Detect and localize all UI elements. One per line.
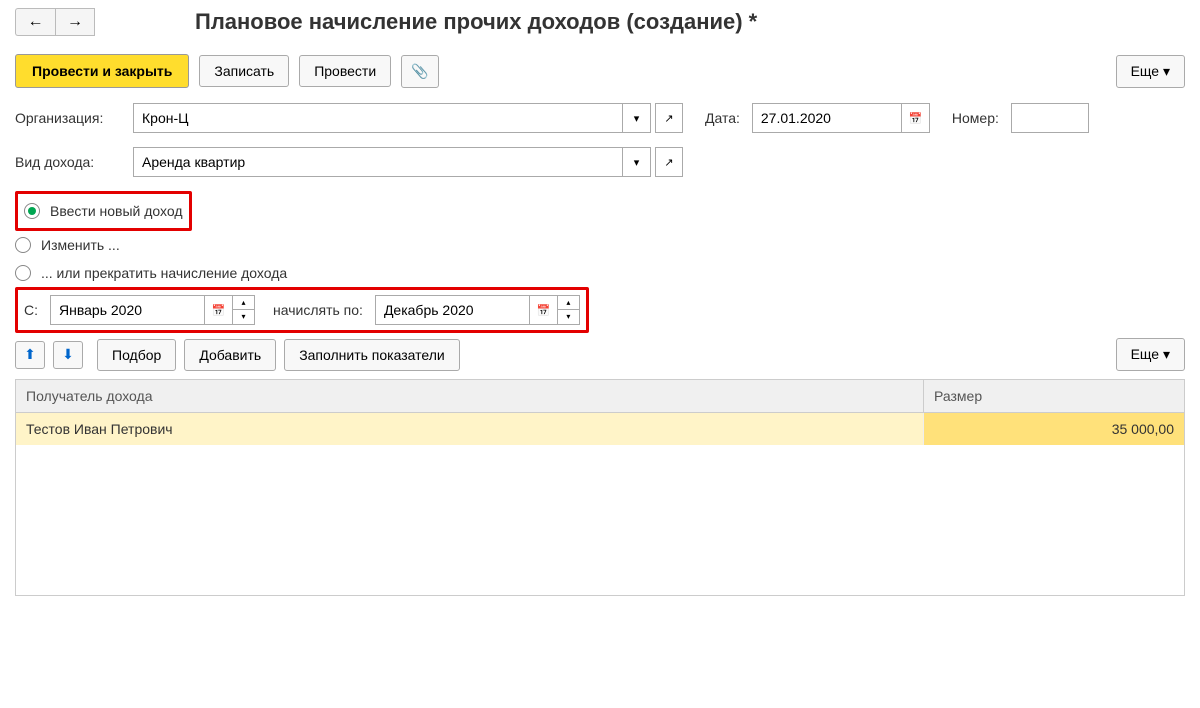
cell-recipient: Тестов Иван Петрович [16, 413, 924, 445]
period-from-down[interactable]: ▾ [233, 310, 255, 325]
nav-back-button[interactable]: ← [15, 8, 55, 36]
radio-new-income[interactable]: Ввести новый доход [24, 197, 183, 225]
col-recipient[interactable]: Получатель дохода [16, 380, 924, 412]
post-button[interactable]: Провести [299, 55, 391, 87]
select-button[interactable]: Подбор [97, 339, 176, 371]
nav-forward-button[interactable]: → [55, 8, 95, 36]
attach-button[interactable]: 📎 [401, 55, 439, 88]
number-input[interactable] [1011, 103, 1089, 133]
period-to-down[interactable]: ▾ [558, 310, 580, 325]
chevron-down-icon: ▾ [1163, 63, 1170, 79]
org-label: Организация: [15, 110, 125, 126]
period-to-label: начислять по: [273, 302, 363, 318]
income-table: Получатель дохода Размер Тестов Иван Пет… [15, 379, 1185, 596]
move-down-button[interactable]: ⬇ [53, 341, 83, 369]
more-button[interactable]: Еще ▾ [1116, 55, 1185, 88]
income-type-dropdown-button[interactable]: ▾ [623, 147, 651, 177]
radio-change-label: Изменить ... [41, 237, 120, 253]
income-type-open-button[interactable]: ↗ [655, 147, 683, 177]
col-amount[interactable]: Размер [924, 380, 1184, 412]
period-from-input[interactable] [50, 295, 205, 325]
period-from-label: С: [24, 302, 38, 318]
number-label: Номер: [952, 110, 999, 126]
save-button[interactable]: Записать [199, 55, 289, 87]
radio-icon [15, 237, 31, 253]
post-and-close-button[interactable]: Провести и закрыть [15, 54, 189, 88]
paperclip-icon: 📎 [411, 63, 428, 80]
highlight-new-income: Ввести новый доход [15, 191, 192, 231]
period-to-calendar[interactable]: 📅 [530, 295, 558, 325]
calendar-icon: 📅 [537, 304, 551, 317]
org-dropdown-button[interactable]: ▾ [623, 103, 651, 133]
date-input[interactable] [752, 103, 902, 133]
calendar-icon: 📅 [909, 112, 923, 125]
cell-amount: 35 000,00 [924, 413, 1184, 445]
fill-button[interactable]: Заполнить показатели [284, 339, 460, 371]
table-more-button[interactable]: Еще ▾ [1116, 338, 1185, 371]
table-row[interactable]: Тестов Иван Петрович 35 000,00 [16, 413, 1184, 445]
income-type-input[interactable] [133, 147, 623, 177]
period-to-up[interactable]: ▴ [558, 295, 580, 310]
add-button[interactable]: Добавить [184, 339, 276, 371]
page-title: Плановое начисление прочих доходов (созд… [195, 9, 757, 35]
radio-change[interactable]: Изменить ... [15, 231, 1185, 259]
move-up-button[interactable]: ⬆ [15, 341, 45, 369]
date-calendar-button[interactable]: 📅 [902, 103, 930, 133]
radio-new-label: Ввести новый доход [50, 203, 183, 219]
table-empty-area[interactable] [16, 445, 1184, 595]
highlight-period: С: 📅 ▴ ▾ начислять по: 📅 ▴ ▾ [15, 287, 589, 333]
date-label: Дата: [705, 110, 740, 126]
period-from-up[interactable]: ▴ [233, 295, 255, 310]
org-open-button[interactable]: ↗ [655, 103, 683, 133]
calendar-icon: 📅 [212, 304, 226, 317]
radio-stop-label: ... или прекратить начисление дохода [41, 265, 287, 281]
org-input[interactable] [133, 103, 623, 133]
radio-stop[interactable]: ... или прекратить начисление дохода [15, 259, 1185, 287]
period-to-input[interactable] [375, 295, 530, 325]
period-from-calendar[interactable]: 📅 [205, 295, 233, 325]
income-type-label: Вид дохода: [15, 154, 125, 170]
chevron-down-icon: ▾ [1163, 346, 1170, 362]
radio-icon [15, 265, 31, 281]
radio-icon [24, 203, 40, 219]
